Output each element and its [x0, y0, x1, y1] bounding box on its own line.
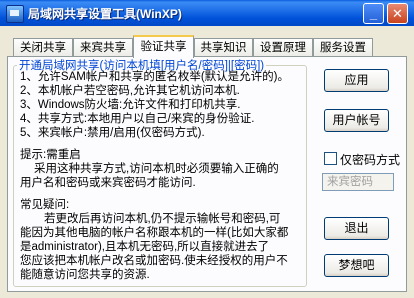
- user-account-button[interactable]: 用户帐号: [324, 109, 389, 132]
- password-only-label: 仅密码方式: [340, 153, 401, 167]
- apply-button[interactable]: 应用: [324, 69, 389, 92]
- info-line: 2、本机帐户若空密码,允许其它机访问本机.: [20, 85, 240, 97]
- info-line: 采用这种共享方式,访问本机时必须要输入正确的: [34, 163, 279, 175]
- info-line: 能因为其他电脑的帐户名称跟本机的一样(比如大家都: [20, 227, 289, 239]
- info-line: 用户名和密码或来宾密码才能访问.: [20, 177, 196, 189]
- info-line: 1、允许SAM帐户和共享的匿名枚举(默认是允许的)。: [20, 71, 289, 83]
- minimize-icon: _: [369, 6, 378, 21]
- minimize-button[interactable]: _: [363, 3, 384, 24]
- exit-button[interactable]: 退出: [324, 217, 389, 240]
- info-line: 您应该把本机帐户改名或加密码.使未经授权的用户不: [20, 255, 288, 267]
- tab-share-knowledge[interactable]: 共享知识: [194, 38, 253, 57]
- info-line: 3、Windows防火墙:允许文件和打印机共享.: [20, 99, 241, 111]
- app-icon: [6, 5, 24, 23]
- info-line: 是administrator),且本机无密码,所以直接就进去了: [20, 241, 270, 253]
- close-icon: ✕: [392, 6, 403, 21]
- tab-close-share[interactable]: 关闭共享: [13, 38, 73, 57]
- tab-guest-share[interactable]: 来宾共享: [73, 38, 133, 57]
- tab-service-settings[interactable]: 服务设置: [313, 38, 373, 57]
- password-only-checkbox[interactable]: [324, 152, 337, 165]
- info-line: 常见疑问:: [20, 199, 70, 211]
- close-button[interactable]: ✕: [387, 3, 408, 24]
- info-line: 5、来宾帐户:禁用/启用(仅密码方式).: [20, 127, 205, 139]
- title-bar: 局域网共享设置工具(WinXP) _ ✕: [0, 0, 414, 26]
- info-text: 1、允许SAM帐户和共享的匿名枚举(默认是允许的)。 2、本机帐户若空密码,允许…: [20, 70, 303, 284]
- tab-setting-principle[interactable]: 设置原理: [253, 38, 313, 57]
- info-line: 若更改后再访问本机,仍不提示输帐号和密码,可: [44, 213, 281, 225]
- tab-verify-share[interactable]: 验证共享: [133, 35, 194, 58]
- app-window: 局域网共享设置工具(WinXP) _ ✕ 关闭共享 来宾共享 验证共享 共享知识…: [0, 0, 414, 298]
- window-title: 局域网共享设置工具(WinXP): [28, 7, 182, 21]
- info-line: 能随意访问您共享的资源.: [20, 269, 150, 281]
- idea-button[interactable]: 梦想吧: [324, 254, 389, 277]
- guest-password-input[interactable]: 来宾密码: [322, 173, 394, 191]
- info-line: 提示:需重启: [20, 149, 81, 161]
- info-line: 4、共享方式:本地用户以自己/来宾的身份验证.: [20, 113, 255, 125]
